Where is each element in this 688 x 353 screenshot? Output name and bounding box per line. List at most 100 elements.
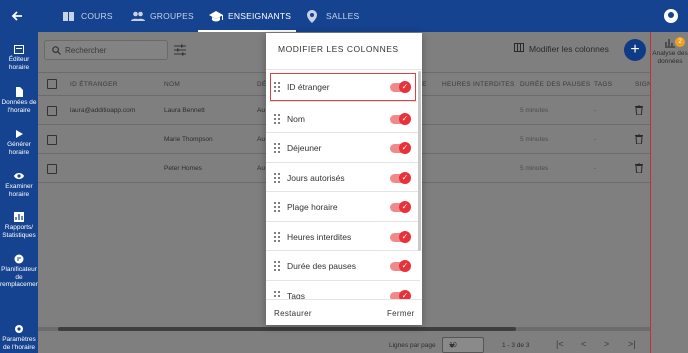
column-toggle[interactable]: ✓ — [390, 142, 411, 154]
check-icon: ✓ — [399, 289, 411, 299]
column-item-duree-pauses[interactable]: Durée des pauses ✓ — [266, 251, 420, 281]
data-analysis-button[interactable]: 2 Analyse des données — [651, 36, 688, 65]
tab-salles-label: SALLES — [326, 11, 360, 21]
top-app-bar: COURS GROUPES ENSEIGNANTS SALLES — [0, 0, 688, 32]
document-icon — [14, 87, 24, 97]
pagination: Lignes par page 10 1 - 3 de 3 |< < > >| — [38, 337, 650, 353]
drag-handle-icon[interactable] — [274, 261, 280, 271]
filter-sliders-icon[interactable] — [174, 44, 186, 56]
column-item-plage-horaire[interactable]: Plage horaire ✓ — [266, 192, 420, 222]
row-checkbox[interactable] — [47, 106, 57, 116]
column-item-tags[interactable]: Tags ✓ — [266, 281, 420, 299]
drag-handle-icon[interactable] — [274, 202, 280, 212]
trash-icon[interactable] — [635, 104, 643, 116]
row-checkbox[interactable] — [47, 164, 57, 174]
right-panel: 2 Analyse des données — [650, 32, 688, 353]
sidebar-item-planificateur[interactable]: Planificateur de remplacement — [0, 254, 41, 289]
gear-icon — [14, 324, 24, 334]
column-toggle[interactable]: ✓ — [390, 260, 411, 272]
tab-enseignants-label: ENSEIGNANTS — [228, 11, 292, 21]
drag-handle-icon[interactable] — [274, 172, 280, 183]
column-item-nom[interactable]: Nom ✓ — [266, 104, 420, 133]
modify-columns-button[interactable]: Modifier les colonnes — [514, 43, 609, 54]
play-icon — [14, 129, 24, 139]
notification-badge: 2 — [675, 37, 685, 47]
sidebar-item-donnees[interactable]: Données de l'horaire — [0, 87, 38, 114]
location-icon — [307, 9, 320, 23]
sidebar-item-parametres[interactable]: Paramètres de l'horaire — [0, 324, 38, 351]
first-page-icon[interactable]: |< — [556, 340, 565, 349]
trash-icon[interactable] — [635, 162, 643, 174]
dialog-title: MODIFIER LES COLONNES — [278, 44, 399, 54]
column-toggle[interactable]: ✓ — [390, 230, 411, 243]
check-icon: ✓ — [399, 171, 411, 184]
column-toggle[interactable]: ✓ — [390, 201, 411, 213]
book-icon — [62, 10, 75, 23]
tab-enseignants[interactable]: ENSEIGNANTS — [209, 0, 291, 32]
tab-groupes-label: GROUPES — [150, 11, 194, 21]
column-item-dejeuner[interactable]: Déjeuner ✓ — [266, 133, 420, 163]
search-input[interactable] — [65, 44, 165, 57]
search-field[interactable] — [44, 40, 168, 60]
swap-icon — [14, 254, 24, 264]
back-arrow-icon[interactable] — [9, 8, 25, 24]
check-icon: ✓ — [399, 142, 411, 154]
column-toggle[interactable]: ✓ — [390, 112, 411, 125]
tab-groupes[interactable]: GROUPES — [131, 0, 194, 32]
school-icon — [209, 10, 223, 23]
dialog-scrollbar[interactable] — [418, 71, 421, 251]
chart-icon — [14, 212, 24, 222]
column-item-heures-interdites[interactable]: Heures interdites ✓ — [266, 222, 420, 251]
drag-handle-icon[interactable] — [274, 290, 280, 299]
tab-cours[interactable]: COURS — [62, 0, 113, 32]
modify-columns-dialog: MODIFIER LES COLONNES ID étranger ✓ Nom … — [266, 33, 422, 325]
sidebar-item-generer[interactable]: Générer horaire — [0, 129, 38, 156]
row-checkbox[interactable] — [47, 135, 57, 145]
calendar-edit-icon — [14, 44, 24, 54]
sidebar: Éditeur horaire Données de l'horaire Gén… — [0, 32, 41, 353]
horizontal-scrollbar[interactable] — [38, 327, 650, 331]
drag-handle-icon[interactable] — [274, 113, 280, 124]
column-toggle[interactable]: ✓ — [390, 171, 411, 184]
next-page-icon[interactable]: > — [604, 340, 613, 349]
column-toggle[interactable]: ✓ — [390, 289, 411, 299]
dialog-actions: Restaurer Fermer — [266, 305, 422, 325]
tab-cours-label: COURS — [81, 11, 113, 21]
sidebar-item-rapports[interactable]: Rapports/ Statistiques — [0, 212, 38, 239]
sidebar-item-examiner[interactable]: Examiner horaire — [0, 171, 38, 198]
column-toggle[interactable]: ✓ — [390, 81, 411, 93]
close-button[interactable]: Fermer — [387, 309, 415, 318]
header-duree-pauses[interactable]: DURÉE DES PAUSES — [520, 81, 590, 88]
drag-handle-icon[interactable] — [274, 82, 280, 92]
check-icon: ✓ — [399, 201, 411, 213]
trash-icon[interactable] — [635, 133, 643, 145]
columns-icon — [514, 43, 524, 54]
drag-handle-icon[interactable] — [274, 143, 280, 153]
drag-handle-icon[interactable] — [274, 231, 280, 242]
column-item-jours-autorises[interactable]: Jours autorisés ✓ — [266, 163, 420, 192]
header-nom[interactable]: NOM — [164, 81, 180, 88]
check-icon: ✓ — [399, 230, 411, 243]
account-icon[interactable] — [664, 9, 678, 23]
column-item-id-etranger[interactable]: ID étranger ✓ — [269, 72, 417, 102]
prev-page-icon[interactable]: < — [581, 340, 590, 349]
add-button[interactable]: + — [624, 39, 646, 61]
select-all-checkbox[interactable] — [47, 79, 57, 89]
rows-per-page-select[interactable]: 10 — [442, 337, 484, 353]
scrollbar-thumb[interactable] — [58, 327, 516, 331]
last-page-icon[interactable]: >| — [628, 340, 637, 349]
check-icon: ✓ — [399, 81, 411, 93]
search-icon — [52, 46, 61, 55]
header-heures-interdites[interactable]: HEURES INTERDITES — [442, 81, 515, 88]
chevron-down-icon — [449, 344, 455, 348]
check-icon: ✓ — [399, 112, 411, 125]
restore-button[interactable]: Restaurer — [274, 309, 312, 318]
column-list[interactable]: ID étranger ✓ Nom ✓ Déjeuner ✓ Jours aut… — [266, 69, 422, 300]
header-id[interactable]: ID ÉTRANGER — [70, 81, 118, 88]
sidebar-item-editeur[interactable]: Éditeur horaire — [0, 44, 38, 71]
tab-salles[interactable]: SALLES — [307, 0, 359, 32]
group-icon — [131, 10, 145, 23]
header-tags[interactable]: TAGS — [594, 81, 612, 88]
pagination-range: 1 - 3 de 3 — [502, 342, 530, 349]
eye-icon — [14, 171, 24, 181]
